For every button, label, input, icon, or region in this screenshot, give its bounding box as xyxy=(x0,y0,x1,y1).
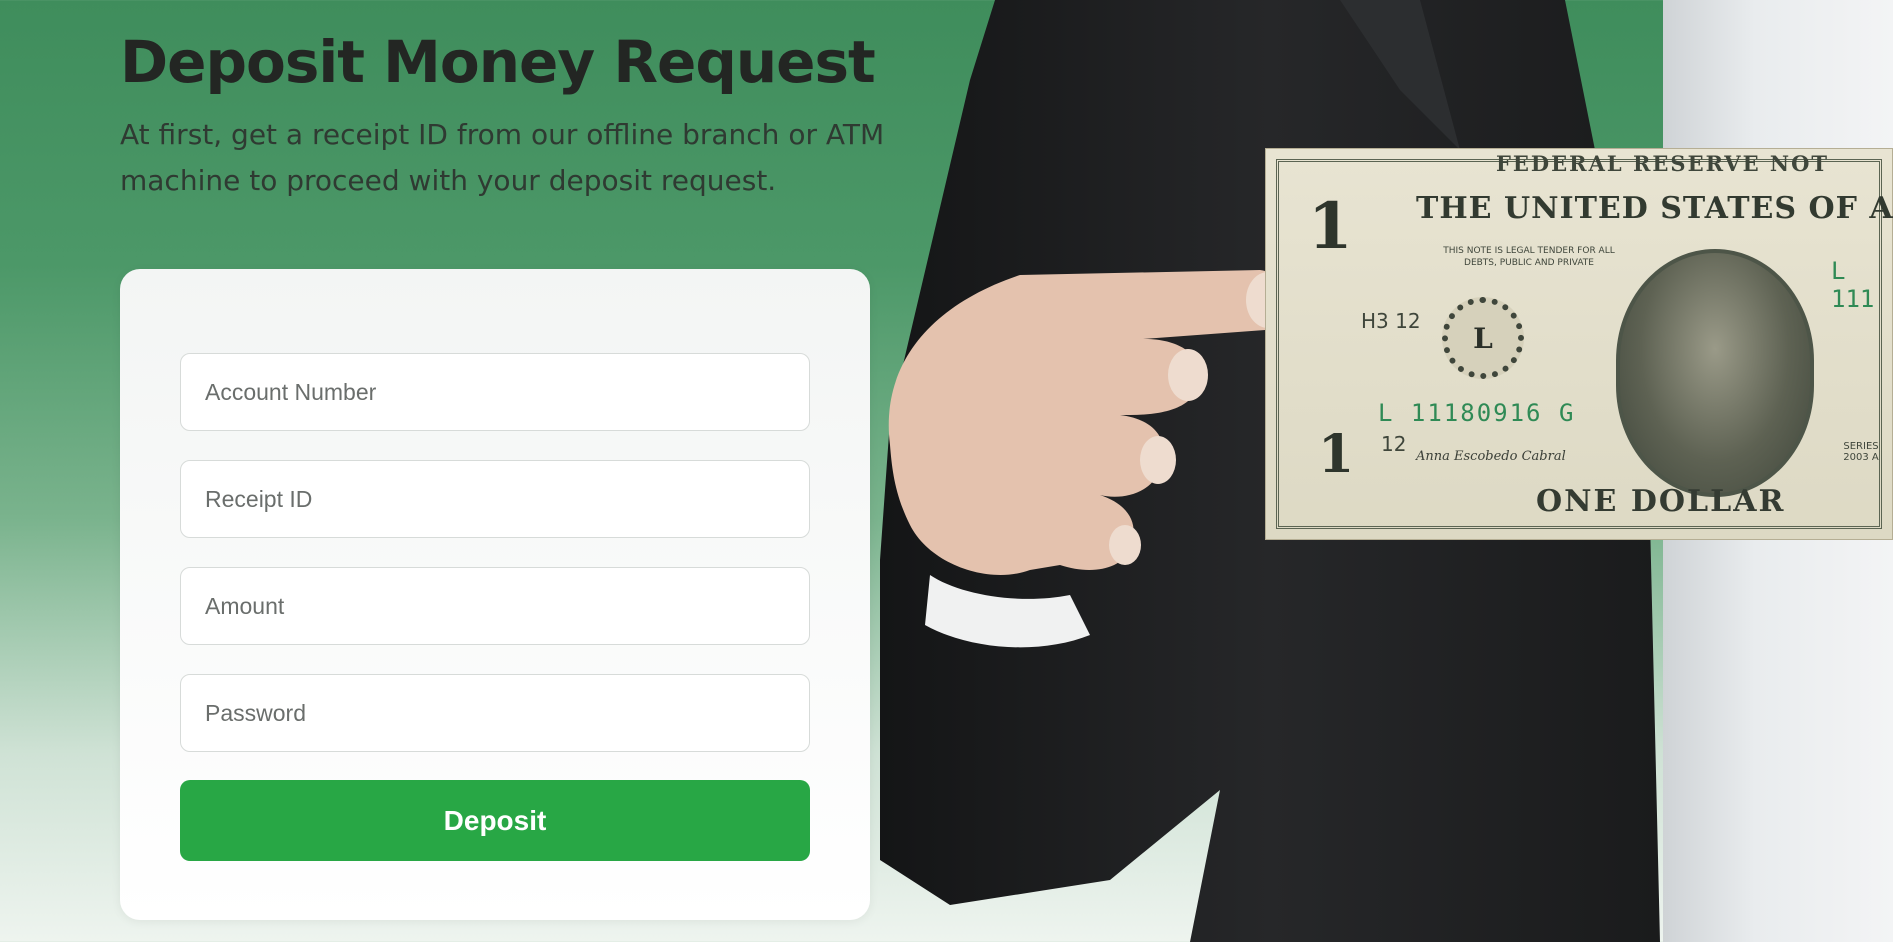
dollar-bill-image: FEDERAL RESERVE NOT THE UNITED STATES OF… xyxy=(1265,148,1893,540)
receipt-id-input[interactable] xyxy=(180,460,810,538)
bill-title-text: THE UNITED STATES OF AM xyxy=(1416,191,1893,226)
deposit-button[interactable]: Deposit xyxy=(180,780,810,861)
bill-series-text: SERIES 2003 A xyxy=(1843,441,1879,463)
bill-serial-number: L 11180916 G xyxy=(1378,399,1576,427)
bill-portrait xyxy=(1616,249,1814,497)
bill-header-text: FEDERAL RESERVE NOT xyxy=(1496,151,1830,176)
password-input[interactable] xyxy=(180,674,810,752)
bill-corner-value-bottom: 1 xyxy=(1318,424,1355,485)
heading-block: Deposit Money Request At first, get a re… xyxy=(120,26,980,204)
deposit-form-card: Deposit xyxy=(120,269,870,920)
bill-legal-tender-text: THIS NOTE IS LEGAL TENDER FOR ALL DEBTS,… xyxy=(1443,246,1615,268)
bill-corner-value-top: 1 xyxy=(1308,189,1353,264)
account-number-input[interactable] xyxy=(180,353,810,431)
amount-input[interactable] xyxy=(180,567,810,645)
page-subtitle: At first, get a receipt ID from our offl… xyxy=(120,118,885,197)
hand-illustration xyxy=(888,270,1290,648)
bill-serial-number-right: L 111 xyxy=(1831,257,1875,313)
bill-denomination-text: ONE DOLLAR xyxy=(1536,484,1786,519)
bill-seal-letter: L xyxy=(1473,321,1493,355)
bill-plate-code: H3 12 xyxy=(1361,309,1421,333)
bill-plate-number: 12 xyxy=(1381,432,1407,456)
page-title: Deposit Money Request xyxy=(120,28,876,96)
bill-seal: L xyxy=(1442,297,1524,379)
bill-signature: Anna Escobedo Cabral xyxy=(1416,449,1566,464)
